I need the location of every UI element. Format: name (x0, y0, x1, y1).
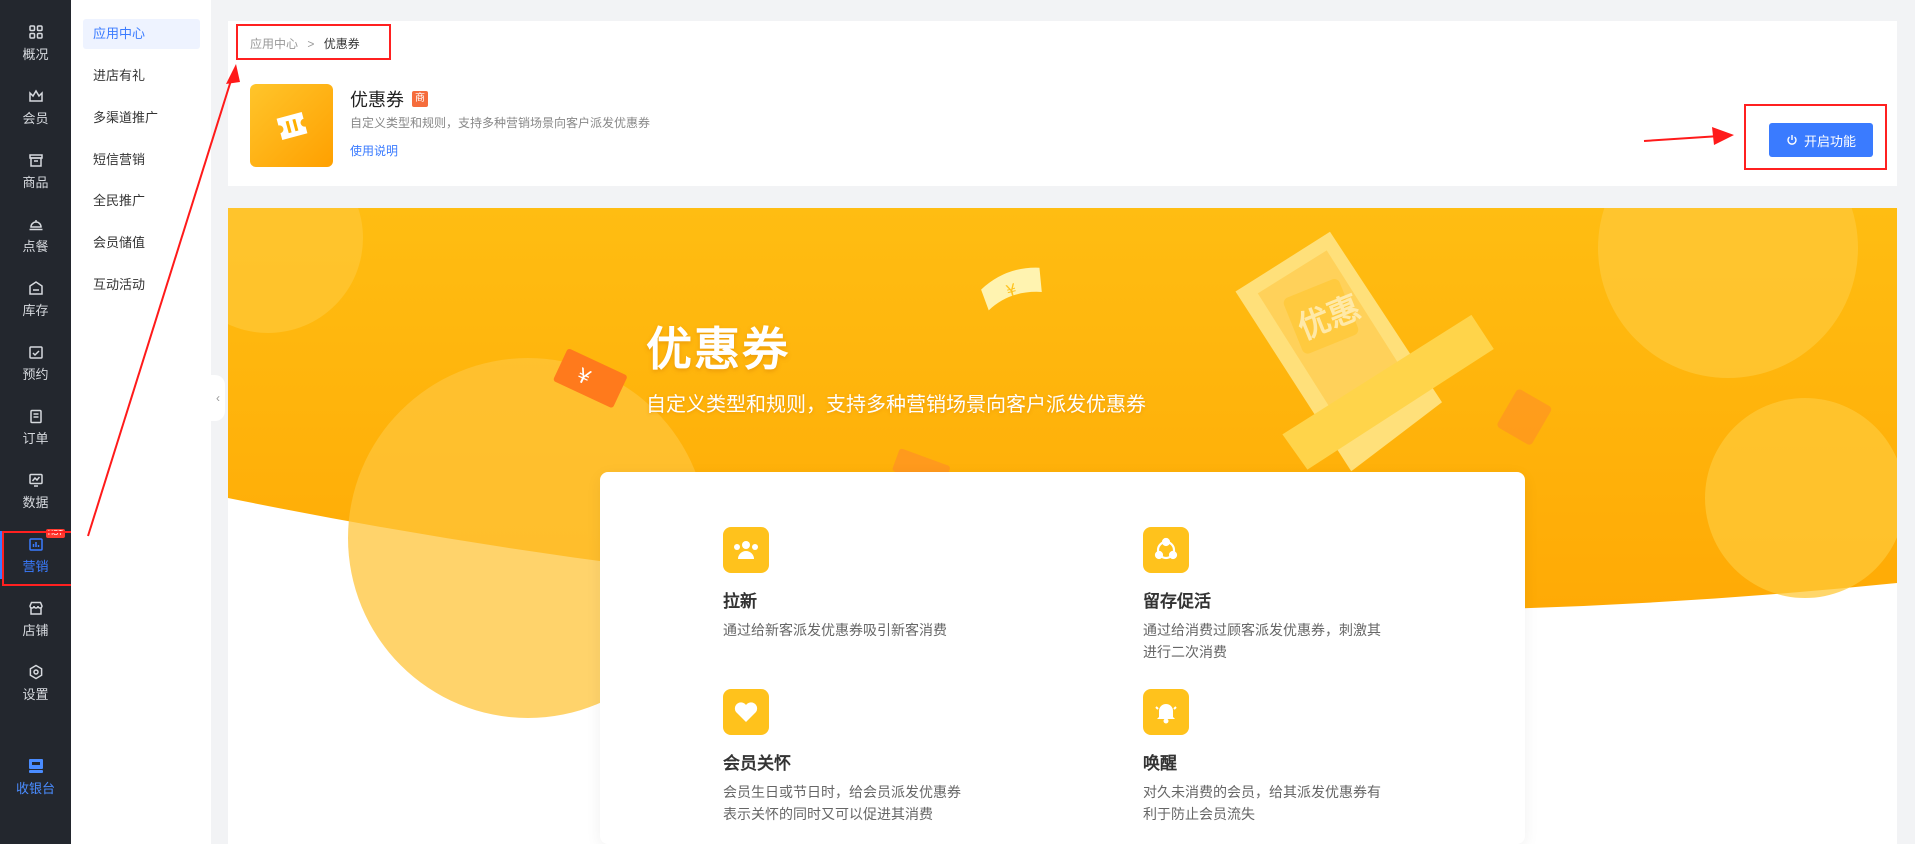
annotation-arrows (87, 64, 1734, 537)
